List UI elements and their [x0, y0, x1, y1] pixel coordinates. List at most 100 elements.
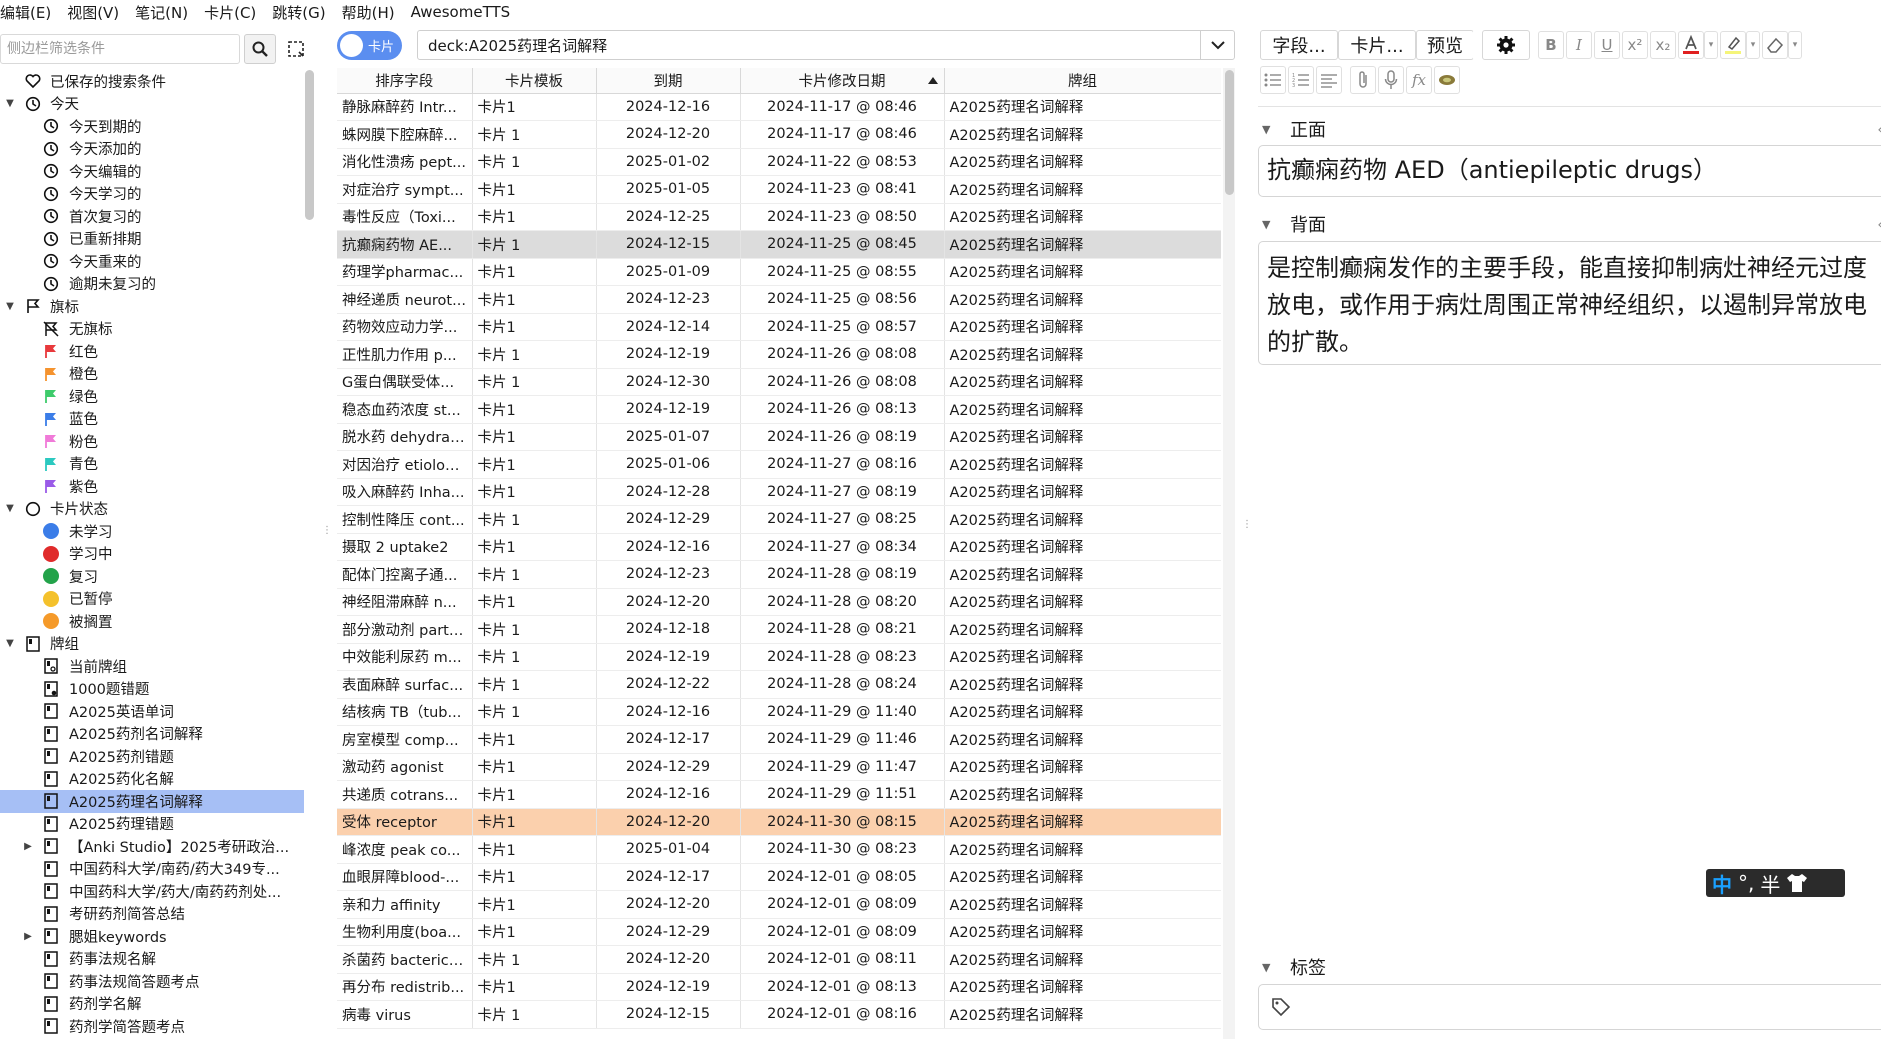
sidebar-item[interactable]: 青色	[0, 453, 304, 476]
back-field-label-row[interactable]: ▼ 背面	[1262, 211, 1326, 237]
table-row[interactable]: 静脉麻醉药 Intr... 卡片1 2024-12-16 2024-11-17 @ 0…	[337, 93, 1221, 121]
cards-button[interactable]: 卡片...	[1338, 30, 1416, 60]
sidebar-item[interactable]: 复习	[0, 565, 304, 588]
sidebar-item[interactable]: ▼ 卡片状态	[0, 498, 304, 521]
sidebar-item[interactable]: 紫色	[0, 475, 304, 498]
table-row[interactable]: 药物效应动力学... 卡片1 2024-12-14 2024-11-25 @ 08:5…	[337, 313, 1221, 341]
sidebar-item[interactable]: 首次复习的	[0, 205, 304, 228]
italic-button[interactable]: I	[1566, 31, 1592, 59]
sidebar-item[interactable]: 已重新排期	[0, 228, 304, 251]
column-header[interactable]: 排序字段	[337, 68, 473, 94]
sidebar-search-button[interactable]	[244, 34, 276, 64]
sidebar-item[interactable]: ▼ 牌组	[0, 633, 304, 656]
table-row[interactable]: 对症治疗 sympt... 卡片1 2025-01-05 2024-11-23 @ 0…	[337, 175, 1221, 204]
table-row[interactable]: 神经阻滞麻醉 n... 卡片1 2024-12-20 2024-11-28 @ 08:…	[337, 588, 1221, 616]
unordered-list-button[interactable]	[1260, 66, 1286, 94]
expand-down-icon[interactable]: ▼	[4, 638, 16, 650]
table-row[interactable]: 激动药 agonist 卡片1 2024-12-29 2024-11-29 @ 11:…	[337, 753, 1221, 781]
sidebar-item[interactable]: ▼ 今天	[0, 93, 304, 116]
skin-shirt-icon[interactable]	[1786, 873, 1808, 893]
sidebar-item[interactable]: 药剂学名解	[0, 993, 304, 1016]
sidebar-item[interactable]: A2025药剂名词解释	[0, 723, 304, 746]
table-row[interactable]: 亲和力 affinity 卡片1 2024-12-20 2024-12-01 @ 08…	[337, 890, 1221, 919]
table-row[interactable]: 消化性溃疡 pept... 卡片 1 2025-01-02 2024-11-22 @ …	[337, 148, 1221, 176]
back-field-editor[interactable]: 是控制癫痫发作的主要手段，能直接抑制病灶神经元过度放电，或作用于病灶周围正常神经…	[1258, 241, 1881, 365]
sidebar-item[interactable]: 已暂停	[0, 588, 304, 611]
subscript-button[interactable]: x₂	[1650, 31, 1676, 59]
ime-status-bar[interactable]: 中 °, 半	[1706, 869, 1845, 897]
ime-mode[interactable]: 中	[1712, 869, 1732, 898]
sidebar-item[interactable]: 药事法规简答题考点	[0, 970, 304, 993]
table-row[interactable]: 对因治疗 etiolog... 卡片1 2025-01-06 2024-11-27 @…	[337, 450, 1221, 479]
ime-punctuation[interactable]: °,	[1738, 871, 1754, 895]
table-row[interactable]: 正性肌力作用 p... 卡片 1 2024-12-19 2024-11-26 @ 08…	[337, 340, 1221, 369]
sidebar-item[interactable]: 中国药科大学/药大/南药药剂处...	[0, 880, 304, 903]
sidebar-filter-input[interactable]	[0, 34, 240, 64]
underline-button[interactable]: U	[1594, 31, 1620, 59]
menu-item[interactable]: AwesomeTTS	[411, 3, 521, 21]
table-row[interactable]: 结核病 TB（tub... 卡片 1 2024-12-16 2024-11-29 @ …	[337, 698, 1221, 726]
chevron-left-icon[interactable]: ‹	[1877, 217, 1881, 233]
sidebar-item[interactable]: A2025药剂错题	[0, 745, 304, 768]
sidebar-item[interactable]: 未学习	[0, 520, 304, 543]
table-row[interactable]: 摄取 2 uptake2 卡片1 2024-12-16 2024-11-27 @ 08…	[337, 533, 1221, 561]
sidebar-item[interactable]: 今天到期的	[0, 115, 304, 138]
clear-formatting-dropdown[interactable]: ▾	[1788, 31, 1802, 59]
sidebar-item[interactable]: 今天重来的	[0, 250, 304, 273]
ordered-list-button[interactable]: 123	[1288, 66, 1314, 94]
expand-right-icon[interactable]: ▶	[22, 840, 34, 852]
table-row[interactable]: 血眼屏障blood-... 卡片1 2024-12-17 2024-12-01 @ 0…	[337, 863, 1221, 891]
table-row[interactable]: 脱水药 dehydrat... 卡片1 2025-01-07 2024-11-26 @…	[337, 423, 1221, 451]
bold-button[interactable]: B	[1538, 31, 1564, 59]
menu-item[interactable]: 视图(V)	[67, 2, 129, 23]
table-row[interactable]: 峰浓度 peak co... 卡片1 2025-01-04 2024-11-30 @ …	[337, 835, 1221, 864]
sidebar-item[interactable]: A2025药理名词解释	[0, 790, 304, 813]
attach-file-button[interactable]	[1350, 66, 1376, 94]
sidebar-item[interactable]: ▼ 旗标	[0, 295, 304, 318]
alignment-button[interactable]	[1316, 66, 1342, 94]
clear-formatting-button[interactable]	[1762, 31, 1788, 59]
awesometts-button[interactable]	[1434, 66, 1460, 94]
table-scrollbar-track[interactable]	[1223, 68, 1235, 1039]
table-row[interactable]: 再分布 redistrib... 卡片1 2024-12-19 2024-12-01 …	[337, 973, 1221, 1001]
sidebar-item[interactable]: 红色	[0, 340, 304, 363]
ime-width[interactable]: 半	[1760, 869, 1780, 898]
sidebar-item[interactable]: A2025药化名解	[0, 768, 304, 791]
table-row[interactable]: 毒性反应（Toxi... 卡片1 2024-12-25 2024-11-23 @ 08…	[337, 203, 1221, 231]
front-field-label-row[interactable]: ▼ 正面	[1262, 116, 1326, 142]
column-header[interactable]: 牌组	[944, 68, 1221, 94]
expand-down-icon[interactable]: ▼	[4, 98, 16, 110]
table-row[interactable]: G蛋白偶联受体... 卡片 1 2024-12-30 2024-11-26 @ 08:…	[337, 368, 1221, 396]
sidebar-item[interactable]: 今天编辑的	[0, 160, 304, 183]
table-row[interactable]: 部分激动剂 parti... 卡片 1 2024-12-18 2024-11-28 @…	[337, 615, 1221, 644]
fields-button[interactable]: 字段...	[1260, 30, 1338, 60]
superscript-button[interactable]: x²	[1622, 31, 1648, 59]
table-row[interactable]: 病毒 virus 卡片 1 2024-12-15 2024-12-01 @ 08:16…	[337, 1000, 1221, 1029]
highlight-color-button[interactable]	[1720, 31, 1746, 59]
sidebar-item[interactable]: 考研药剂简答总结	[0, 903, 304, 926]
sidebar-item[interactable]: 已保存的搜索条件	[0, 70, 304, 93]
sidebar-scrollbar[interactable]	[305, 70, 314, 220]
browser-search-box[interactable]: deck:A2025药理名词解释	[417, 30, 1235, 60]
sidebar-splitter-handle[interactable]: ⋮	[322, 526, 332, 548]
menu-item[interactable]: 帮助(H)	[342, 2, 405, 23]
editor-splitter-handle[interactable]: ⋮	[1242, 520, 1252, 542]
table-row[interactable]: 生物利用度(boa... 卡片1 2024-12-29 2024-12-01 @ 08…	[337, 918, 1221, 946]
table-row[interactable]: 杀菌药 bacterici... 卡片 1 2024-12-20 2024-12-01…	[337, 945, 1221, 974]
search-history-dropdown[interactable]	[1200, 31, 1234, 59]
sidebar-item[interactable]: A2025药理错题	[0, 813, 304, 836]
cards-notes-toggle[interactable]: 卡片	[337, 31, 402, 60]
sidebar-item[interactable]: 药剂学简答题考点	[0, 1015, 304, 1038]
sidebar-select-tool[interactable]	[284, 34, 308, 64]
menu-item[interactable]: 笔记(N)	[135, 2, 198, 23]
preview-button[interactable]: 预览	[1416, 30, 1474, 60]
sidebar-item[interactable]: 今天学习的	[0, 183, 304, 206]
table-row[interactable]: 药理学pharmac... 卡片1 2025-01-09 2024-11-25 @ 0…	[337, 258, 1221, 286]
sidebar-item[interactable]: 无旗标	[0, 318, 304, 341]
menu-item[interactable]: 跳转(G)	[272, 2, 335, 23]
table-row[interactable]: 稳态血药浓度 st... 卡片1 2024-12-19 2024-11-26 @ 08…	[337, 395, 1221, 424]
expand-down-icon[interactable]: ▼	[4, 503, 16, 515]
record-audio-button[interactable]	[1378, 66, 1404, 94]
sidebar-item[interactable]: 学习中	[0, 543, 304, 566]
sidebar-item[interactable]: 中国药科大学/南药/药大349专...	[0, 858, 304, 881]
